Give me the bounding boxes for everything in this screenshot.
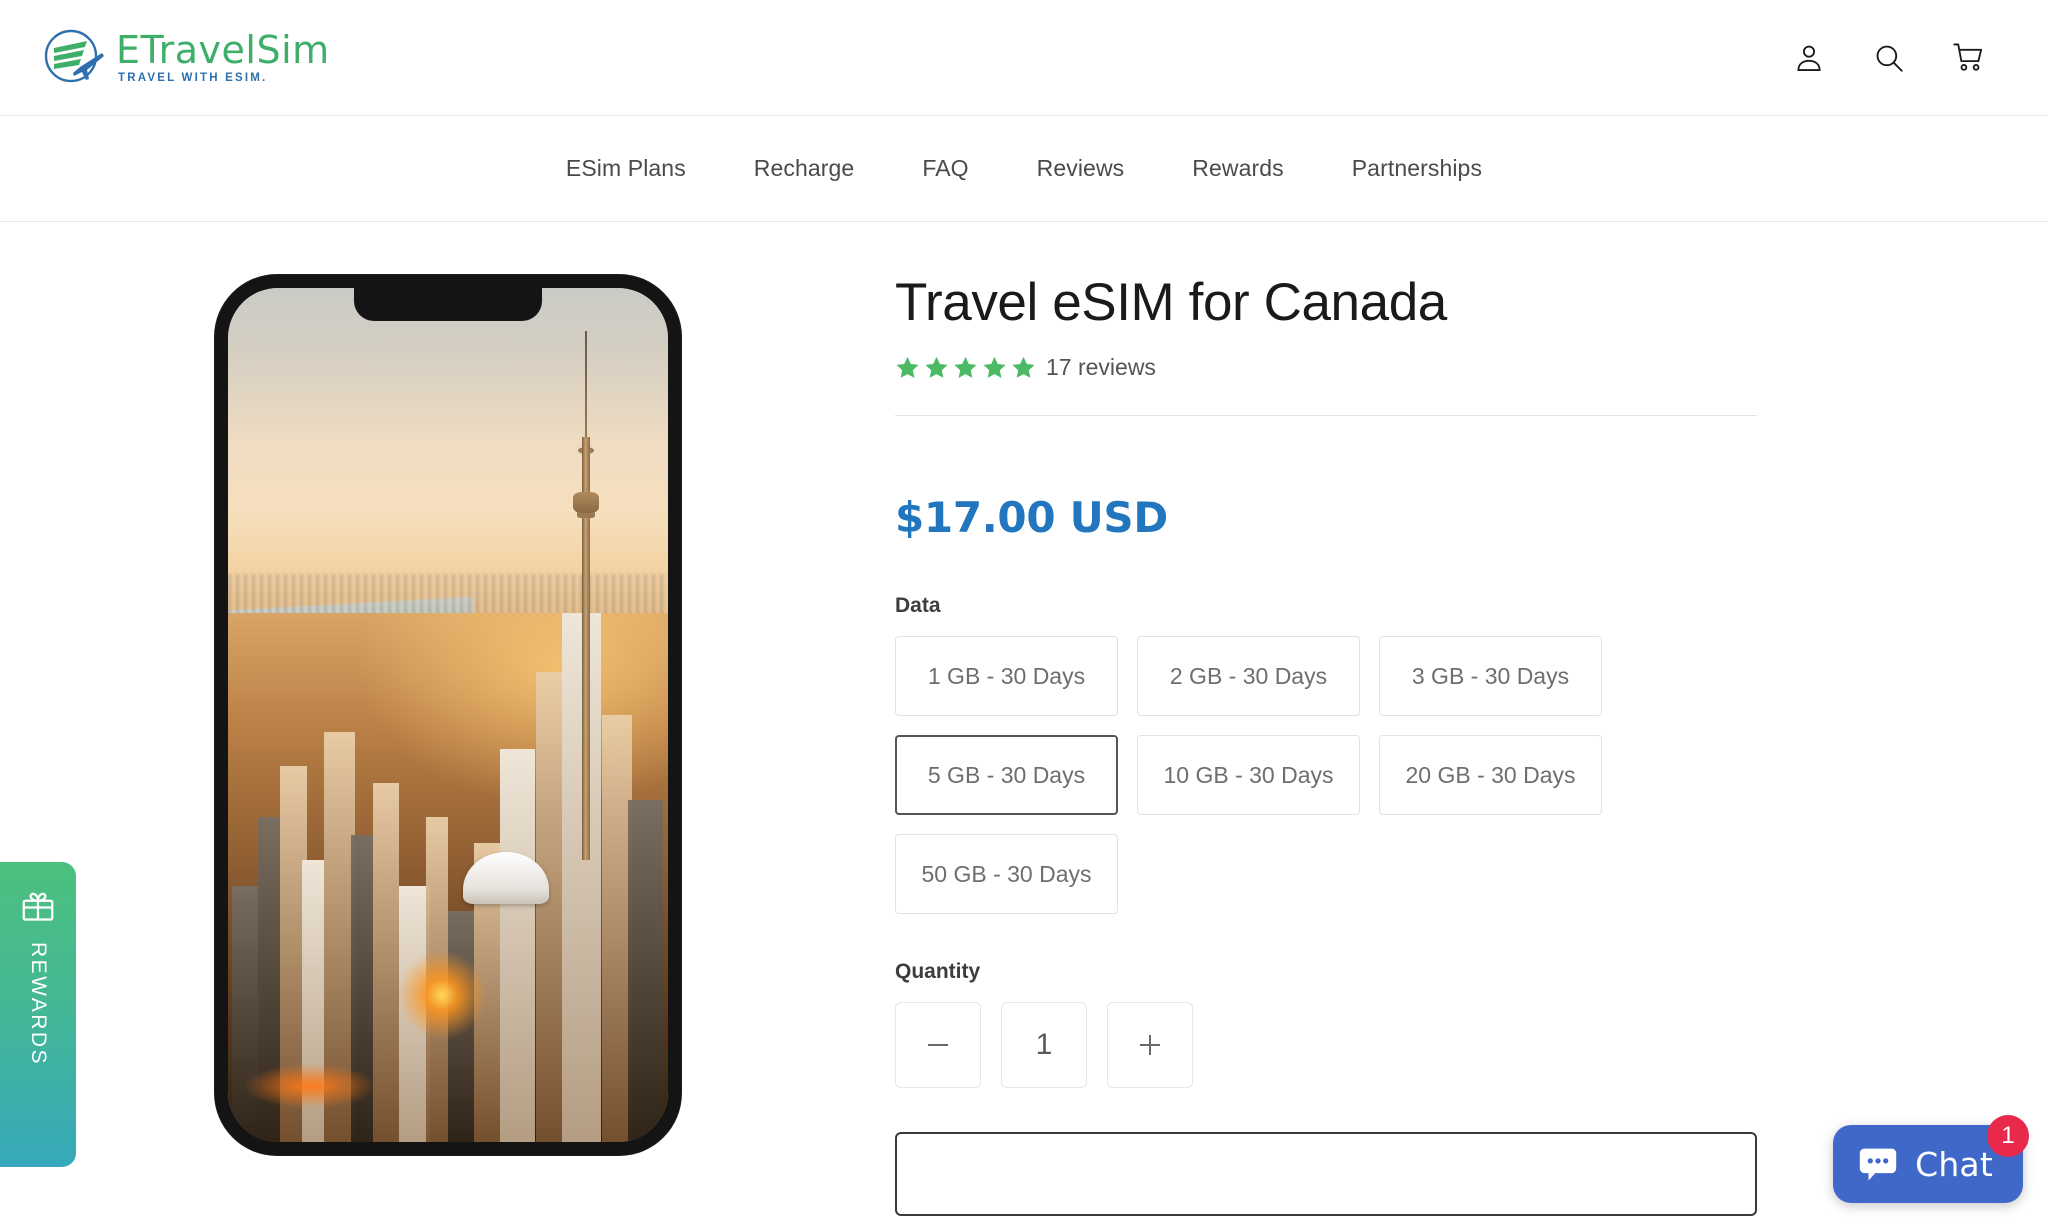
site-logo[interactable]: ETravelSim TRAVEL WITH ESIM. <box>40 23 330 93</box>
review-count[interactable]: 17 reviews <box>1046 354 1156 381</box>
star-icon <box>983 357 1006 379</box>
nav-item-rewards[interactable]: Rewards <box>1158 155 1317 182</box>
account-icon[interactable] <box>1792 41 1826 75</box>
etravelsim-logo-icon <box>40 23 110 93</box>
data-option-10gb[interactable]: 10 GB - 30 Days <box>1137 735 1360 816</box>
page-title: Travel eSIM for Canada <box>895 273 1447 332</box>
phone-mockup[interactable] <box>214 275 681 1155</box>
product-price: $17.00 USD <box>895 493 1168 543</box>
rewards-tab-label: REWARDS <box>27 942 50 1067</box>
data-option-2gb[interactable]: 2 GB - 30 Days <box>1137 636 1360 717</box>
star-icon <box>896 357 919 379</box>
site-header: ETravelSim TRAVEL WITH ESIM. <box>0 0 2048 116</box>
star-icon <box>925 357 948 379</box>
chat-button-label: Chat <box>1915 1144 1993 1184</box>
data-option-group: 1 GB - 30 Days 2 GB - 30 Days 3 GB - 30 … <box>895 636 1685 915</box>
data-option-3gb[interactable]: 3 GB - 30 Days <box>1379 636 1602 717</box>
minus-icon <box>928 1044 948 1047</box>
quantity-label: Quantity <box>895 960 981 984</box>
nav-item-faq[interactable]: FAQ <box>888 155 1002 182</box>
star-icon <box>1012 357 1035 379</box>
logo-tagline: TRAVEL WITH ESIM. <box>118 71 268 84</box>
nav-item-esim-plans[interactable]: ESim Plans <box>532 155 720 182</box>
data-option-5gb[interactable]: 5 GB - 30 Days <box>895 735 1118 816</box>
cn-tower-shape <box>573 330 599 861</box>
star-icon <box>954 357 977 379</box>
plus-icon <box>1140 1035 1160 1056</box>
quantity-stepper: 1 <box>895 1002 1758 1089</box>
chat-bubble-icon <box>1857 1143 1899 1185</box>
section-divider <box>895 415 1757 417</box>
data-option-1gb[interactable]: 1 GB - 30 Days <box>895 636 1118 717</box>
quantity-increase-button[interactable] <box>1107 1002 1193 1089</box>
star-rating[interactable] <box>895 355 1036 380</box>
main-navigation: ESim Plans Recharge FAQ Reviews Rewards … <box>0 116 2048 222</box>
add-to-cart-button[interactable] <box>895 1132 1757 1217</box>
phone-notch <box>353 288 542 321</box>
header-icon-group <box>1792 41 2012 75</box>
logo-wordmark: ETravelSim <box>116 27 330 72</box>
nav-item-reviews[interactable]: Reviews <box>1003 155 1159 182</box>
search-icon[interactable] <box>1872 41 1906 75</box>
quantity-decrease-button[interactable] <box>895 1002 981 1089</box>
nav-item-partnerships[interactable]: Partnerships <box>1318 155 1516 182</box>
rewards-launcher-tab[interactable]: REWARDS <box>0 862 76 1167</box>
nav-item-recharge[interactable]: Recharge <box>720 155 889 182</box>
chat-unread-badge[interactable]: 1 <box>1987 1115 2029 1157</box>
product-image-toronto-skyline <box>227 288 668 1142</box>
product-page-body: Travel eSIM for Canada 17 reviews $17.00… <box>0 222 2048 1226</box>
cart-icon[interactable] <box>1952 41 1986 75</box>
gift-icon <box>20 888 56 924</box>
product-gallery <box>0 222 895 1226</box>
data-option-label: Data <box>895 594 941 618</box>
rating-row[interactable]: 17 reviews <box>895 354 1758 381</box>
shopify-chat-widget: Chat 1 <box>1833 1115 2029 1203</box>
quantity-input[interactable]: 1 <box>1001 1002 1087 1089</box>
product-details: Travel eSIM for Canada 17 reviews $17.00… <box>895 222 2048 1226</box>
data-option-20gb[interactable]: 20 GB - 30 Days <box>1379 735 1602 816</box>
data-option-50gb[interactable]: 50 GB - 30 Days <box>895 834 1118 915</box>
